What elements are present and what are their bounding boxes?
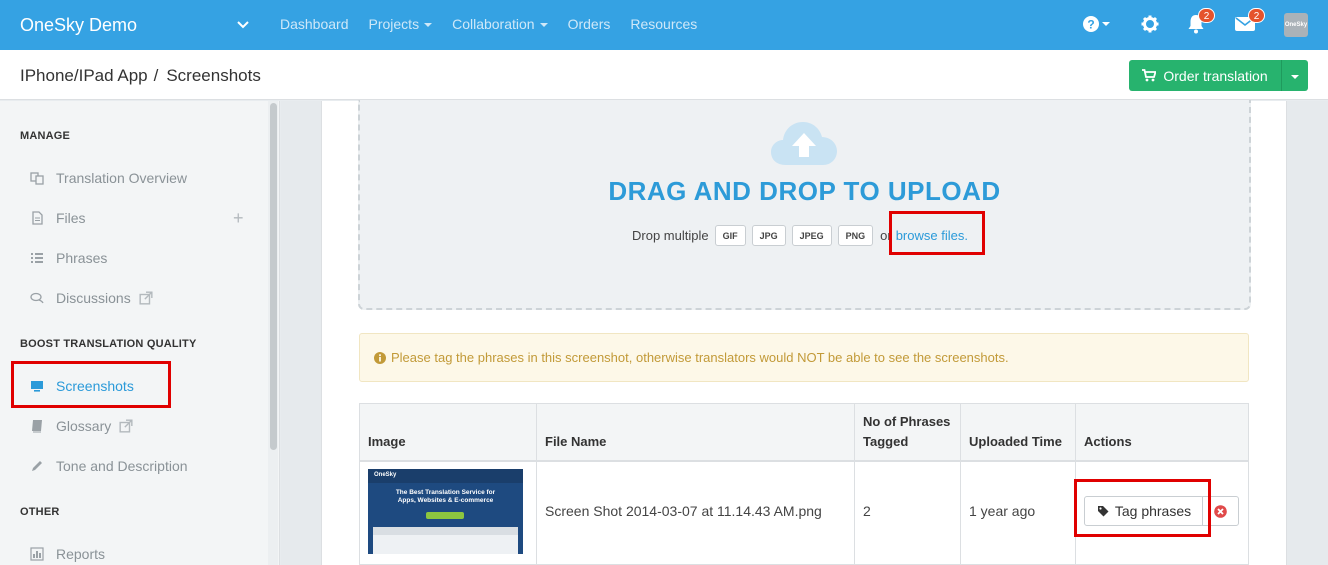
column-header-file-name: File Name xyxy=(545,434,607,449)
format-tag-png: PNG xyxy=(837,224,874,246)
main-nav: Dashboard Projects Collaboration Orders … xyxy=(280,16,697,32)
highlight-screenshots xyxy=(11,361,171,408)
column-header-image: Image xyxy=(368,434,406,449)
sidebar-section-boost-quality: BOOST TRANSLATION QUALITY xyxy=(20,338,197,350)
nav-collaboration[interactable]: Collaboration xyxy=(452,16,548,32)
thumb-button xyxy=(426,512,464,519)
column-header-line: No of Phrases xyxy=(863,414,951,429)
gear-icon xyxy=(1141,15,1159,33)
caret-down-icon xyxy=(1291,74,1299,79)
row-phrases-tagged: 2 xyxy=(863,503,871,519)
screenshot-thumbnail[interactable]: OneSky The Best Translation Service for … xyxy=(368,469,523,554)
sidebar-item-label: Files xyxy=(56,210,86,226)
nav-resources[interactable]: Resources xyxy=(630,16,697,32)
add-file-icon[interactable]: + xyxy=(233,209,244,227)
sidebar-item-tone-description[interactable]: Tone and Description xyxy=(30,457,188,475)
upload-prefix: Drop multiple xyxy=(632,227,709,243)
nav-orders[interactable]: Orders xyxy=(568,16,611,32)
external-link-icon xyxy=(139,291,153,305)
page-header: IPhone/IPad App / Screenshots Order transl… xyxy=(0,50,1328,100)
brand-title[interactable]: OneSky Demo xyxy=(20,15,137,36)
breadcrumb: IPhone/IPad App / Screenshots xyxy=(20,66,261,86)
order-translation-button-group: Order translation xyxy=(1129,60,1308,91)
thumb-heading-line: The Best Translation Service for xyxy=(395,489,496,496)
thumb-panel-bar xyxy=(373,527,518,535)
column-header-line: Tagged xyxy=(863,434,909,449)
thumb-logo: OneSky xyxy=(374,472,397,478)
sidebar-item-files[interactable]: Files xyxy=(30,209,86,227)
column-header-phrases-tagged: No of Phrases Tagged xyxy=(863,412,950,452)
settings-button[interactable] xyxy=(1141,14,1159,39)
sidebar-section-manage: MANAGE xyxy=(20,130,71,142)
format-tag-gif: GIF xyxy=(714,224,746,246)
table-column xyxy=(537,404,855,564)
column-header-uploaded-time: Uploaded Time xyxy=(969,434,1062,449)
notifications-button[interactable]: 2 xyxy=(1187,8,1215,39)
sidebar-item-phrases[interactable]: Phrases xyxy=(30,249,107,267)
caret-down-icon xyxy=(539,23,548,27)
sidebar-item-discussions[interactable]: Discussions xyxy=(30,289,153,307)
format-tag-jpeg: JPEG xyxy=(791,224,832,246)
svg-text:?: ? xyxy=(1087,18,1094,32)
notification-badge: 2 xyxy=(1198,8,1215,23)
comments-icon xyxy=(30,292,44,304)
thumb-heading: The Best Translation Service for Apps, W… xyxy=(368,489,523,505)
format-tag-jpg: JPG xyxy=(751,224,786,246)
messages-button[interactable]: 2 xyxy=(1235,8,1265,39)
tag-phrases-alert: Please tag the phrases in this screensho… xyxy=(359,333,1249,382)
nav-dashboard[interactable]: Dashboard xyxy=(280,16,349,32)
breadcrumb-current: Screenshots xyxy=(166,66,261,85)
sidebar-item-label: Reports xyxy=(56,546,106,562)
book-icon xyxy=(32,420,42,433)
upload-title: DRAG AND DROP TO UPLOAD xyxy=(608,176,1001,206)
help-menu[interactable]: ? xyxy=(1082,14,1110,39)
chevron-down-icon[interactable] xyxy=(236,18,250,32)
bar-chart-icon xyxy=(30,547,44,561)
info-icon xyxy=(374,351,386,364)
alert-text: Please tag the phrases in this screensho… xyxy=(391,350,1009,365)
sidebar-section-other: OTHER xyxy=(20,506,60,518)
row-uploaded-time: 1 year ago xyxy=(969,503,1036,519)
sidebar-item-label: Discussions xyxy=(56,290,131,306)
top-navbar: OneSky Demo Dashboard Projects Collabora… xyxy=(0,0,1328,50)
sidebar-item-glossary[interactable]: Glossary xyxy=(30,417,133,435)
external-link-icon xyxy=(119,419,133,433)
breadcrumb-separator: / xyxy=(153,66,159,85)
sidebar-item-translation-overview[interactable]: Translation Overview xyxy=(30,169,187,187)
breadcrumb-project[interactable]: IPhone/IPad App xyxy=(20,66,148,85)
translate-icon xyxy=(30,172,44,185)
caret-down-icon xyxy=(424,23,433,27)
cart-icon xyxy=(1142,69,1157,82)
sidebar-item-label: Tone and Description xyxy=(56,458,188,474)
pencil-icon xyxy=(32,461,42,471)
row-file-name: Screen Shot 2014-03-07 at 11.14.43 AM.pn… xyxy=(545,503,822,519)
order-translation-label: Order translation xyxy=(1163,67,1268,84)
sidebar-item-label: Glossary xyxy=(56,418,112,434)
order-translation-button[interactable]: Order translation xyxy=(1129,60,1282,91)
cloud-upload-icon xyxy=(771,122,837,165)
list-icon xyxy=(31,253,43,263)
highlight-browse-files xyxy=(889,211,985,255)
sidebar-item-label: Phrases xyxy=(56,250,108,266)
sidebar-item-reports[interactable]: Reports xyxy=(30,545,105,563)
help-icon: ? xyxy=(1083,16,1110,32)
avatar[interactable]: OneSky xyxy=(1284,13,1308,37)
remove-circle-icon xyxy=(1214,504,1227,518)
order-dropdown-toggle[interactable] xyxy=(1282,60,1308,91)
table-column xyxy=(961,404,1076,564)
nav-projects[interactable]: Projects xyxy=(369,16,433,32)
sidebar-item-label: Translation Overview xyxy=(56,170,187,186)
message-badge: 2 xyxy=(1248,8,1265,23)
sidebar-scroll-thumb[interactable] xyxy=(270,103,277,450)
thumb-heading-line: Apps, Websites & E-commerce xyxy=(397,497,494,504)
file-icon xyxy=(32,211,43,225)
highlight-tag-phrases xyxy=(1074,479,1211,537)
